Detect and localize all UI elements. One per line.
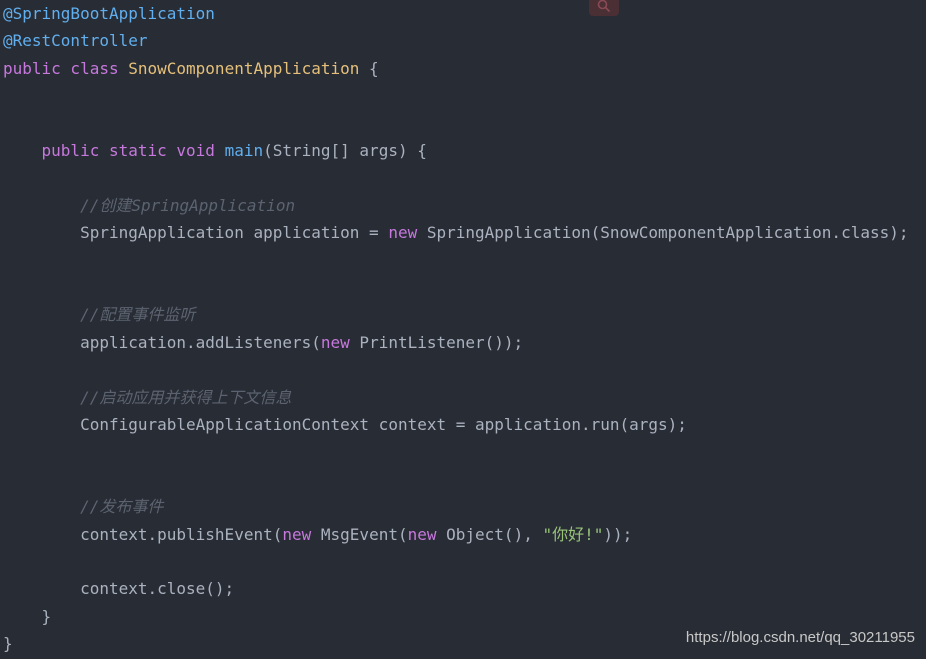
code-line: } (3, 630, 13, 657)
code-line: //启动应用并获得上下文信息 (3, 384, 291, 411)
code-token: )); (603, 524, 633, 544)
code-token: new (282, 524, 312, 544)
code-token: public class (3, 58, 129, 78)
code-line: public class SnowComponentApplication { (3, 55, 379, 82)
code-line: public static void main(String[] args) { (3, 137, 427, 164)
code-line: context.publishEvent(new MsgEvent(new Ob… (3, 521, 632, 548)
code-token: ConfigurableApplicationContext context =… (3, 415, 687, 434)
code-token: SnowComponentApplication (128, 58, 360, 78)
code-token: } (3, 634, 13, 654)
code-token: new (388, 223, 418, 243)
code-token: @RestController (3, 31, 148, 51)
code-token: context.publishEvent( (3, 524, 283, 544)
code-line: @RestController (3, 27, 148, 54)
code-token: } (3, 606, 52, 626)
code-token: MsgEvent( (311, 524, 408, 544)
code-token: //配置事件监听 (3, 305, 196, 325)
code-token: main (224, 141, 264, 160)
code-token: application.addListeners( (3, 332, 321, 352)
search-button[interactable] (589, 0, 619, 16)
code-token: //启动应用并获得上下文信息 (3, 387, 292, 407)
code-token: (String[] args) { (263, 141, 427, 160)
code-token: SpringApplication(SnowComponentApplicati… (417, 223, 909, 243)
code-token: @SpringBootApplication (3, 4, 215, 23)
code-token: SpringApplication application = (3, 223, 389, 243)
code-token: "你好!" (542, 524, 604, 544)
code-token: //创建SpringApplication (3, 195, 296, 215)
code-line: //创建SpringApplication (3, 192, 295, 219)
code-token: //发布事件 (3, 497, 164, 517)
code-token: Object(), (436, 524, 543, 544)
code-token: { (359, 58, 379, 78)
code-line: //配置事件监听 (3, 301, 195, 328)
code-line: context.close(); (3, 575, 234, 602)
code-line: } (3, 603, 52, 630)
code-line: application.addListeners(new PrintListen… (3, 329, 523, 356)
code-line: @SpringBootApplication (3, 0, 215, 27)
code-token: context.close(); (3, 579, 235, 599)
code-line: //发布事件 (3, 493, 163, 520)
code-token: new (320, 332, 350, 352)
magnifier-icon (597, 0, 611, 13)
code-token: new (407, 524, 437, 544)
code-token: PrintListener()); (349, 332, 524, 352)
code-line: SpringApplication application = new Spri… (3, 219, 909, 246)
code-token: public static void (3, 141, 225, 160)
watermark-text: https://blog.csdn.net/qq_30211955 (685, 629, 915, 646)
code-line: ConfigurableApplicationContext context =… (3, 411, 687, 438)
